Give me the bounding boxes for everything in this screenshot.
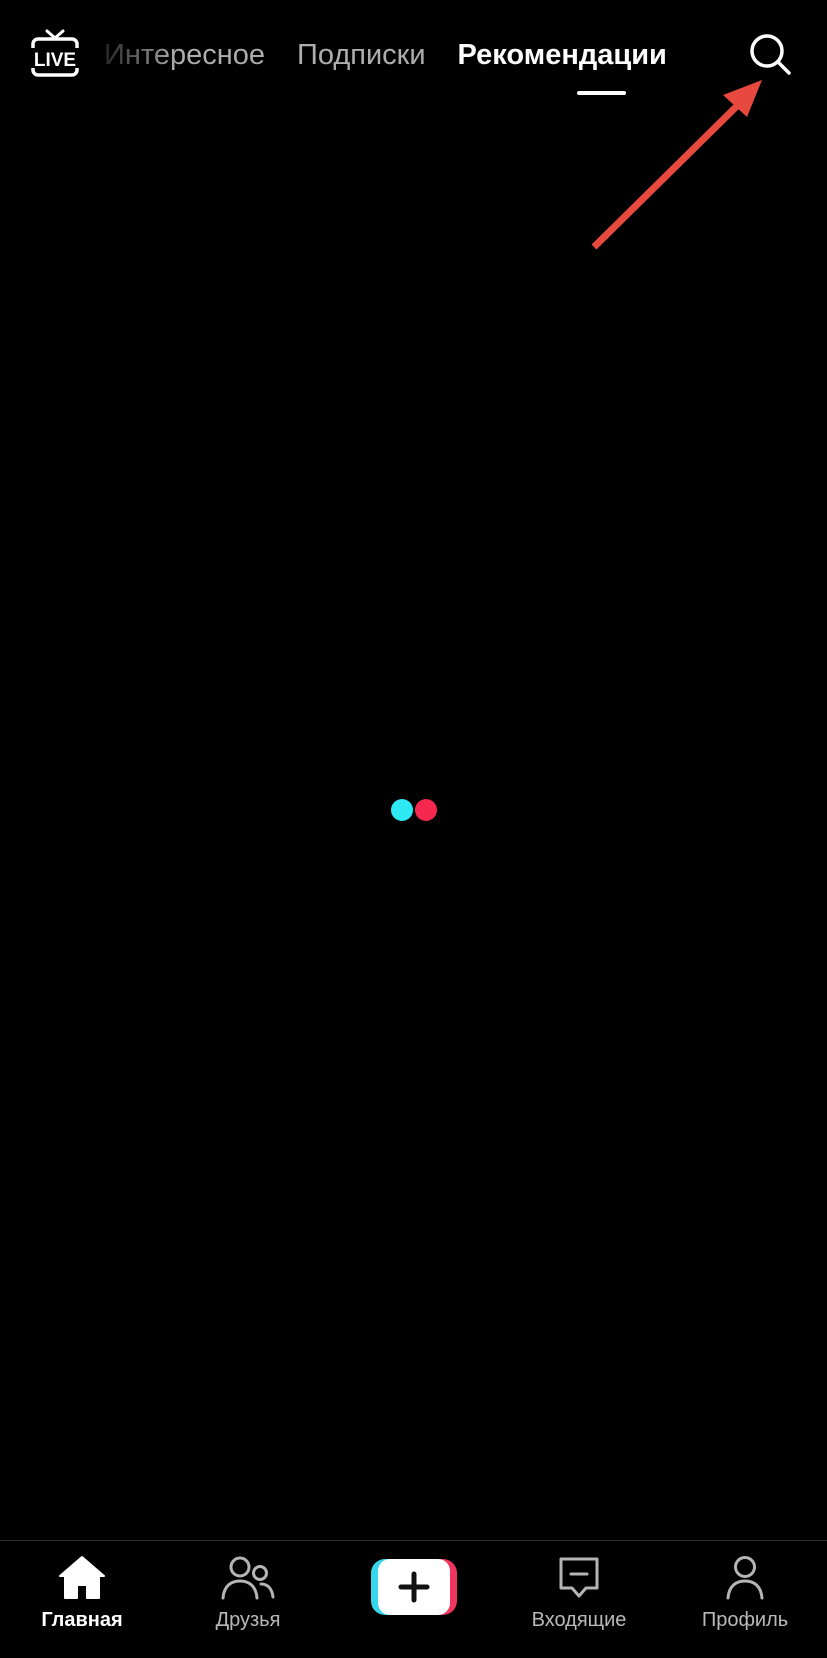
- top-bar: LIVE Интересное Подписки Рекомендации: [0, 0, 827, 110]
- live-tv-icon: LIVE: [30, 28, 80, 80]
- nav-profile-label: Профиль: [701, 1609, 789, 1631]
- tab-subscriptions[interactable]: Подписки: [297, 30, 426, 80]
- loader-dot-red: [415, 799, 437, 821]
- home-icon: [57, 1555, 107, 1601]
- nav-friends-label: Друзья: [215, 1609, 281, 1631]
- create-button[interactable]: [371, 1559, 457, 1615]
- friends-icon: [221, 1555, 275, 1601]
- svg-text:LIVE: LIVE: [34, 50, 76, 71]
- active-tab-indicator: [577, 91, 626, 95]
- search-button[interactable]: [748, 32, 794, 78]
- loader-dot-cyan: [391, 799, 413, 821]
- nav-home[interactable]: Главная: [12, 1541, 152, 1658]
- plus-icon: [378, 1559, 450, 1615]
- inbox-icon: [556, 1555, 602, 1601]
- nav-home-label: Главная: [41, 1609, 123, 1631]
- nav-friends[interactable]: Друзья: [178, 1541, 318, 1658]
- tab-recommendations[interactable]: Рекомендации: [458, 30, 667, 80]
- nav-profile[interactable]: Профиль: [675, 1541, 815, 1658]
- live-button[interactable]: LIVE: [30, 28, 80, 80]
- loading-indicator: [390, 799, 438, 823]
- nav-inbox[interactable]: Входящие: [509, 1541, 649, 1658]
- tab-interesting[interactable]: Интересное: [104, 30, 265, 80]
- search-icon: [748, 32, 794, 78]
- nav-inbox-label: Входящие: [531, 1609, 627, 1631]
- profile-icon: [722, 1555, 768, 1601]
- bottom-navigation: Главная Друзья Входящие Профиль: [0, 1540, 827, 1658]
- feed-tabs: Интересное Подписки Рекомендации: [104, 30, 667, 80]
